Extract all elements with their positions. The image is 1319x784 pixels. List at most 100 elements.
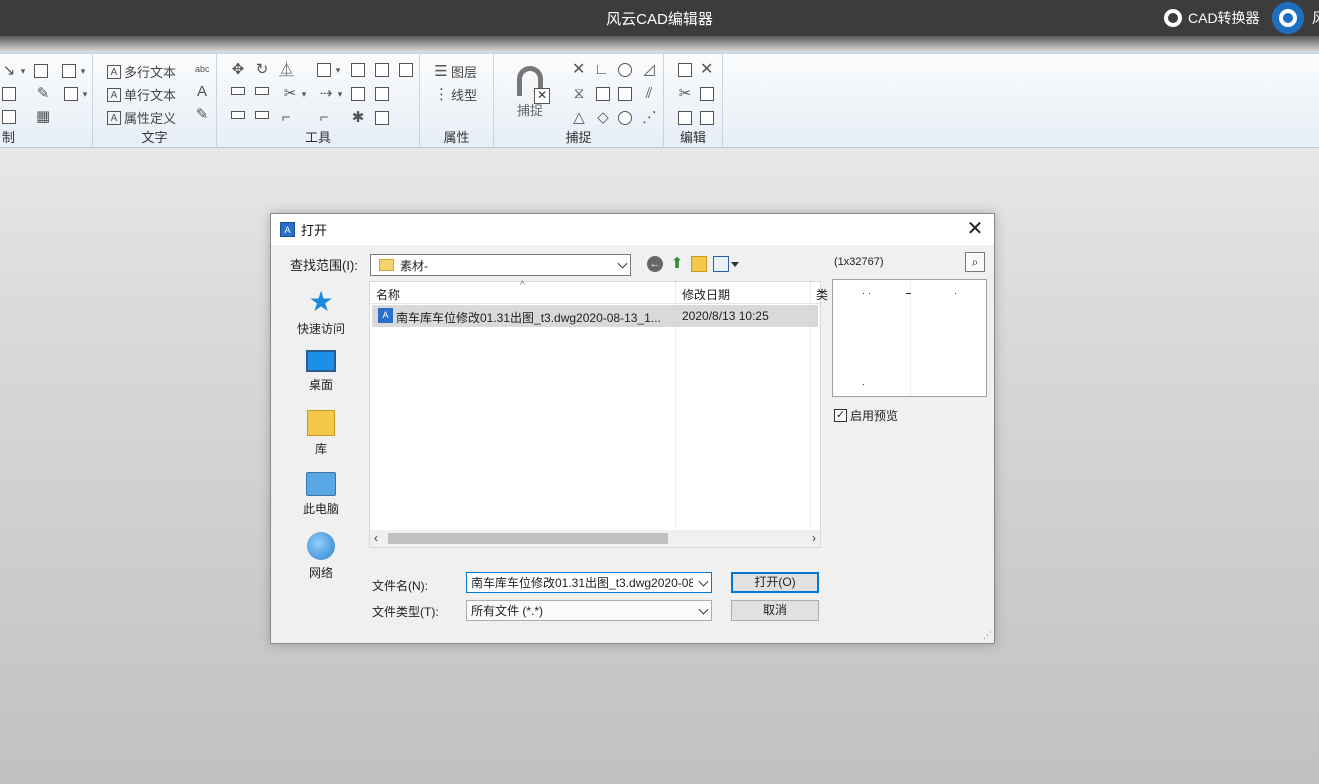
paste-tool[interactable] — [678, 63, 692, 77]
cut-tool[interactable]: ✂ — [678, 87, 692, 101]
linetype-button[interactable]: ⋮线型 — [434, 85, 477, 104]
file-date: 2020/8/13 10:25 — [682, 309, 769, 323]
scroll-right-icon[interactable]: › — [812, 530, 816, 547]
place-network[interactable]: 网络 — [281, 532, 361, 581]
trim-tool[interactable]: ✂▾ — [283, 87, 308, 101]
converter-label: CAD转换器 — [1188, 8, 1260, 28]
snap-midpoint[interactable]: ⧖ — [572, 87, 586, 101]
horizontal-scrollbar[interactable]: ‹ › — [370, 530, 820, 547]
open-button[interactable]: 打开(O) — [731, 572, 819, 593]
text-edit-tool[interactable]: ✎ — [195, 108, 209, 122]
new-folder-icon[interactable] — [691, 256, 707, 272]
stext-button[interactable]: A单行文本 — [107, 85, 176, 104]
lengthen-tool[interactable] — [231, 111, 245, 119]
enable-preview-checkbox[interactable]: ✓ 启用预览 — [834, 407, 898, 424]
mirror-tool[interactable]: ⏅ — [279, 63, 293, 77]
snap-quadrant[interactable]: ◇ — [596, 111, 610, 125]
place-label: 此电脑 — [281, 500, 361, 517]
dialog-title: 打开 — [301, 220, 327, 239]
file-row[interactable]: A 南车库车位修改01.31出图_t3.dwg2020-08-13_1... 2… — [372, 305, 818, 327]
table-tool[interactable]: ▦ — [36, 110, 50, 124]
array-tool[interactable]: ▾ — [317, 63, 342, 77]
text-font-tool[interactable]: A — [195, 85, 209, 99]
copy-tool[interactable] — [351, 63, 365, 77]
pen-tool[interactable]: ✎ — [36, 87, 50, 101]
nav-toolbar: ← ⬆ — [647, 256, 739, 272]
snap-parallel[interactable]: ⫽ — [642, 87, 656, 101]
lookin-label: 查找范围(I): — [290, 255, 358, 274]
explode-icon: ✱ — [351, 111, 365, 125]
erase-tool[interactable] — [375, 111, 389, 125]
offset-tool[interactable] — [375, 63, 389, 77]
snap-angle[interactable]: ◿ — [642, 63, 656, 77]
stretch-tool[interactable] — [231, 87, 245, 95]
join-tool[interactable] — [351, 87, 365, 101]
column-name[interactable]: 名称 — [376, 286, 400, 303]
move-icon: ✥ — [231, 63, 245, 77]
insert-tool[interactable]: ▾ — [62, 64, 87, 78]
block-tool[interactable] — [34, 64, 48, 78]
chamfer-tool[interactable]: ⌐ — [317, 111, 331, 125]
view-dropdown-icon[interactable] — [731, 262, 739, 267]
dropdown-icon: ▾ — [334, 63, 342, 77]
close-icon[interactable]: ✕ — [964, 218, 986, 240]
scale-tool[interactable] — [255, 87, 269, 95]
view-menu-icon[interactable] — [713, 256, 729, 272]
place-this-pc[interactable]: 此电脑 — [281, 472, 361, 517]
properties-tool[interactable] — [700, 111, 714, 125]
place-library[interactable]: 库 — [281, 410, 361, 457]
stext-icon: A — [107, 88, 121, 102]
extend-tool[interactable]: ⇢▾ — [319, 87, 344, 101]
snap-endpoint[interactable] — [596, 87, 610, 101]
scroll-thumb[interactable] — [388, 533, 668, 544]
polyline-tool[interactable]: ↘▾ — [2, 64, 27, 78]
place-quick-access[interactable]: ★ 快速访问 — [281, 288, 361, 337]
linetype-icon: ⋮ — [434, 88, 448, 102]
filename-input[interactable]: 南车库车位修改01.31出图_t3.dwg2020-08 — [466, 572, 712, 593]
snap-triangle[interactable]: △ — [572, 111, 586, 125]
attdef-button[interactable]: A属性定义 — [107, 108, 176, 127]
layer-button[interactable]: ☰图层 — [434, 62, 477, 81]
scroll-left-icon[interactable]: ‹ — [374, 530, 378, 547]
column-date[interactable]: 修改日期 — [682, 286, 730, 303]
align-tool[interactable] — [399, 63, 413, 77]
lookin-dropdown[interactable]: 素材- — [370, 254, 631, 276]
snap-center[interactable] — [618, 63, 632, 77]
table-icon: ▦ — [36, 110, 50, 124]
filetype-dropdown[interactable]: 所有文件 (*.*) — [466, 600, 712, 621]
cancel-button[interactable]: 取消 — [731, 600, 819, 621]
mtext-button[interactable]: A多行文本 — [107, 62, 176, 81]
back-icon[interactable]: ← — [647, 256, 663, 272]
delete-tool[interactable]: ✕ — [700, 63, 714, 77]
cad-converter-button[interactable]: CAD转换器 — [1164, 8, 1260, 28]
resize-grip-icon[interactable]: ⋰ — [983, 630, 992, 641]
snap-extension[interactable]: ⋰ — [642, 111, 656, 125]
stretch-icon — [231, 87, 245, 95]
image-tool[interactable] — [2, 110, 16, 124]
text-style-tool[interactable]: abc — [195, 62, 209, 76]
hatch-tool[interactable]: ▾ — [64, 87, 89, 101]
column-type[interactable]: 类 — [816, 286, 828, 303]
break-tool[interactable] — [375, 87, 389, 101]
brand[interactable]: 风 — [1272, 2, 1319, 34]
divide-tool[interactable] — [255, 111, 269, 119]
explode-tool[interactable]: ✱ — [351, 111, 365, 125]
snap-tangent[interactable] — [618, 111, 632, 125]
preview-zoom-icon[interactable]: ⌕ — [965, 252, 985, 272]
up-folder-icon[interactable]: ⬆ — [669, 256, 685, 272]
duplicate-tool[interactable] — [678, 111, 692, 125]
move-tool[interactable]: ✥ — [231, 63, 245, 77]
place-desktop[interactable]: 桌面 — [281, 350, 361, 393]
region-tool[interactable] — [2, 87, 16, 101]
copy-clip-tool[interactable] — [700, 87, 714, 101]
break-icon — [375, 87, 389, 101]
snap-perpendicular[interactable]: ∟ — [594, 63, 608, 77]
snap-intersection[interactable]: ✕ — [572, 63, 586, 77]
group-label-props: 属性 — [420, 127, 493, 146]
enable-preview-label: 启用预览 — [850, 407, 898, 424]
file-list[interactable]: ^ 名称 修改日期 类 A 南车库车位修改01.31出图_t3.dwg2020-… — [369, 281, 821, 548]
snap-big-button[interactable]: 捕捉 — [513, 66, 547, 119]
rotate-tool[interactable]: ↻ — [255, 63, 269, 77]
snap-insert[interactable] — [618, 87, 632, 101]
fillet-tool[interactable]: ⌐ — [279, 111, 293, 125]
